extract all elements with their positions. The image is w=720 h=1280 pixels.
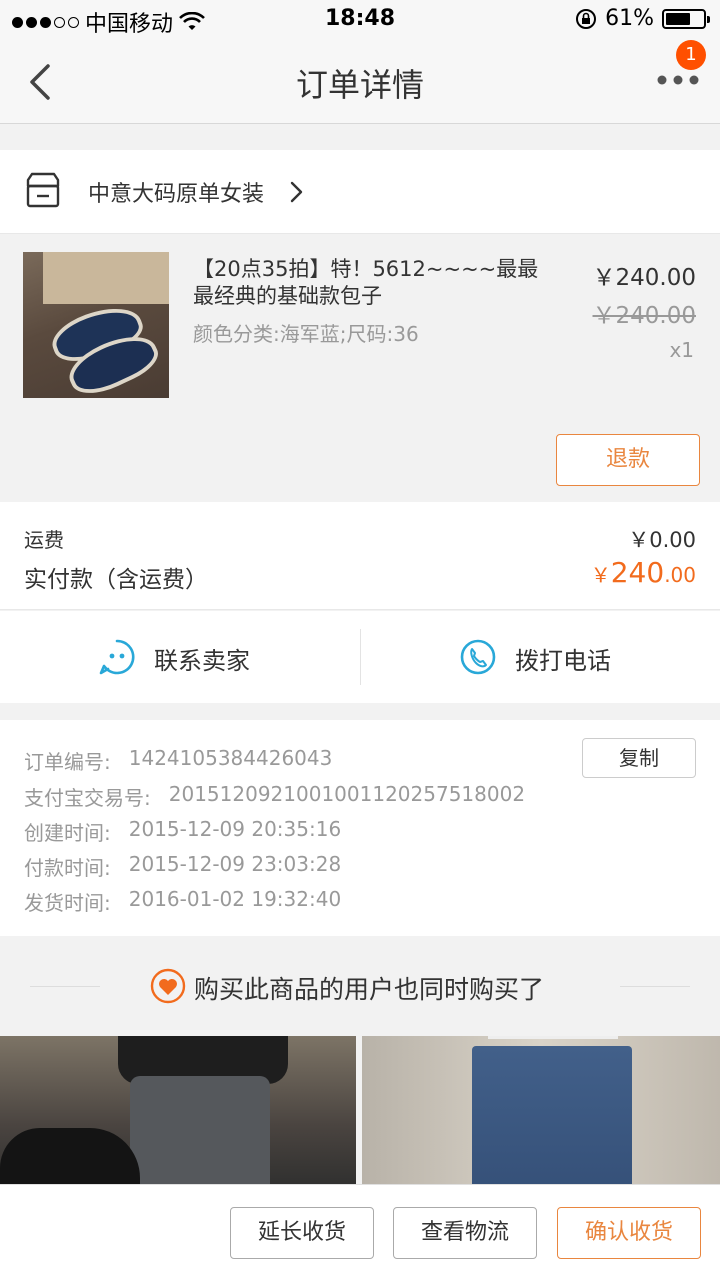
order-item[interactable]: 【20点35拍】特！5612~~~~最最最经典的基础款包子 颜色分类:海军蓝;尺… (0, 234, 720, 502)
product-title: 【20点35拍】特！5612~~~~最最最经典的基础款包子 (193, 257, 539, 308)
recommended-product-image[interactable] (0, 1036, 356, 1186)
more-icon[interactable] (654, 68, 702, 92)
rotation-lock-icon (576, 8, 597, 29)
contact-actions: 联系卖家 拨打电话 (0, 611, 720, 703)
copy-button[interactable]: 复制 (582, 738, 696, 778)
call-phone-button[interactable]: 拨打电话 (360, 629, 720, 685)
product-original-price: ￥240.00 (592, 303, 696, 329)
status-bar: 中国移动 18:48 61% (0, 0, 720, 40)
alipay-trade-row: 支付宝交易号: 2015120921001001120257518002 (24, 782, 525, 811)
bottom-action-bar: 延长收货 查看物流 确认收货 (0, 1184, 720, 1280)
info-label: 支付宝交易号: (24, 786, 151, 810)
confirm-receipt-button[interactable]: 确认收货 (557, 1207, 701, 1259)
product-quantity: x1 (669, 338, 694, 362)
shop-name: 中意大码原单女装 (88, 182, 265, 207)
recommend-title: 购买此商品的用户也同时购买了 (194, 975, 545, 1004)
paid-time-row: 付款时间: 2015-12-09 23:03:28 (24, 852, 341, 881)
recommended-product-image[interactable] (362, 1036, 720, 1186)
chevron-right-icon (290, 181, 303, 203)
view-logistics-button[interactable]: 查看物流 (393, 1207, 537, 1259)
info-label: 创建时间: (24, 821, 111, 845)
order-number: 1424105384426043 (128, 746, 333, 770)
refund-button[interactable]: 退款 (556, 434, 700, 486)
order-number-row: 订单编号: 1424105384426043 (24, 746, 332, 775)
shipped-time-row: 发货时间: 2016-01-02 19:32:40 (24, 887, 341, 916)
info-label: 发货时间: (24, 891, 111, 915)
info-label: 付款时间: (24, 856, 111, 880)
call-phone-label: 拨打电话 (515, 647, 611, 675)
alipay-trade-number: 2015120921001001120257518002 (168, 782, 526, 806)
product-thumbnail[interactable] (23, 252, 169, 398)
shipped-time: 2016-01-02 19:32:40 (128, 887, 342, 911)
divider (30, 986, 100, 987)
paid-value: ￥240.00 (590, 556, 696, 589)
recommend-header: 购买此商品的用户也同时购买了 (0, 936, 720, 1036)
heart-icon (150, 968, 186, 1004)
info-label: 订单编号: (24, 750, 111, 774)
divider (620, 986, 690, 987)
battery-icon (662, 8, 710, 29)
contact-seller-label: 联系卖家 (154, 647, 250, 675)
created-time: 2015-12-09 20:35:16 (128, 817, 342, 841)
status-right: 61% (575, 6, 710, 31)
created-time-row: 创建时间: 2015-12-09 20:35:16 (24, 817, 341, 846)
chat-icon (99, 639, 135, 675)
order-info: 订单编号: 1424105384426043 复制 支付宝交易号: 201512… (0, 720, 720, 936)
paid-time: 2015-12-09 23:03:28 (128, 852, 342, 876)
contact-seller-button[interactable]: 联系卖家 (0, 611, 360, 703)
battery-percent: 61% (605, 6, 654, 31)
extend-receipt-button[interactable]: 延长收货 (230, 1207, 374, 1259)
notification-badge: 1 (676, 40, 706, 70)
nav-bar: 订单详情 1 (0, 40, 720, 124)
paid-label: 实付款（含运费） (24, 567, 208, 593)
shop-row[interactable]: 中意大码原单女装 (0, 150, 720, 234)
product-sku: 颜色分类:海军蓝;尺码:36 (193, 322, 419, 346)
shipping-value: ￥0.00 (628, 528, 696, 552)
payment-summary: 运费 ￥0.00 实付款（含运费） ￥240.00 (0, 502, 720, 610)
phone-icon (460, 639, 496, 675)
shipping-label: 运费 (24, 528, 64, 552)
page-title: 订单详情 (295, 66, 424, 104)
shop-icon (26, 172, 60, 208)
product-price: ￥240.00 (592, 265, 696, 291)
